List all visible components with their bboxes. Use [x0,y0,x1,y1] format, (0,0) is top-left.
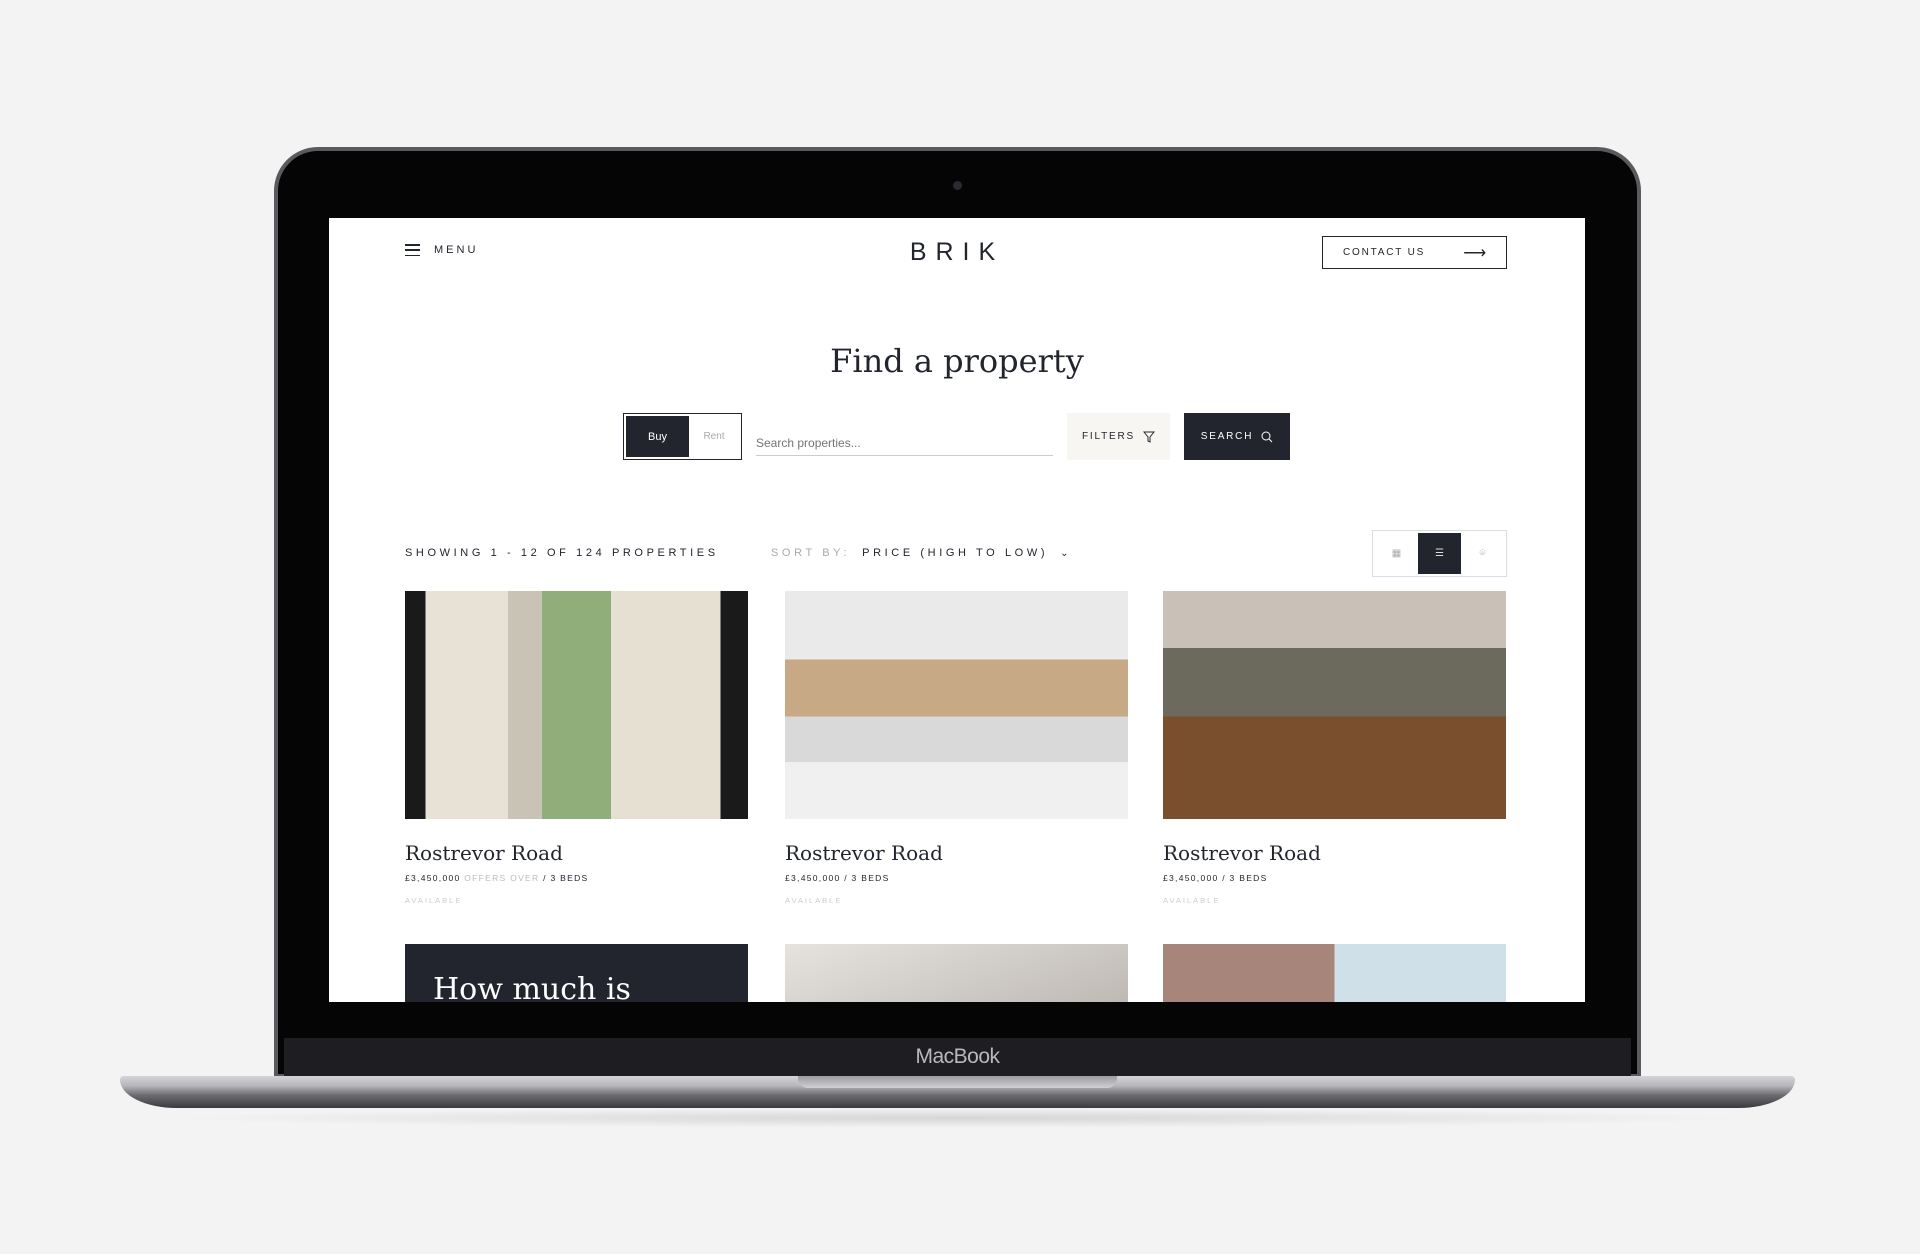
search-label: SEARCH [1200,431,1254,442]
rent-option[interactable]: Rent [689,416,739,457]
laptop-shadow [160,1108,1760,1128]
property-image[interactable] [785,591,1128,819]
property-image[interactable] [1163,591,1506,819]
search-icon [1261,431,1273,442]
filters-label: FILTERS [1082,431,1135,442]
property-status: AVAILABLE [405,896,463,905]
laptop-chin: MacBook [284,1038,1631,1076]
funnel-icon [1142,431,1155,443]
search-input[interactable] [756,423,1053,456]
contact-label: CONTACT US [1343,247,1426,258]
property-status: AVAILABLE [1163,896,1221,905]
camera [953,181,962,190]
laptop-notch [798,1076,1117,1088]
property-card[interactable]: Rostrevor Road £3,450,000 OFFERS OVER / … [405,591,748,905]
property-title: Rostrevor Road [1163,841,1321,865]
results-count: SHOWING 1 - 12 OF 124 PROPERTIES [405,547,719,559]
grid-view-icon[interactable]: ▦ [1375,533,1418,574]
chevron-down-icon: ⌄ [1060,547,1069,559]
property-card[interactable]: Rostrevor Road £3,450,000 / 3 BEDS AVAIL… [1163,591,1506,905]
search-button[interactable]: SEARCH [1184,413,1290,460]
screen: MENU BRIK CONTACT US ⟶ Find a property B… [329,218,1585,1002]
property-title: Rostrevor Road [785,841,943,865]
filters-button[interactable]: FILTERS [1067,413,1170,460]
property-price: £3,450,000 / 3 BEDS [1163,873,1268,883]
buy-rent-toggle: Buy Rent [623,413,742,460]
buy-option[interactable]: Buy [626,416,689,457]
contact-button[interactable]: CONTACT US ⟶ [1322,236,1507,269]
page-title: Find a property [830,342,1084,380]
property-image[interactable] [785,944,1128,1002]
sort-dropdown[interactable]: SORT BY: PRICE (HIGH TO LOW) ⌄ [771,547,1068,559]
property-status: AVAILABLE [785,896,843,905]
view-toggle: ▦ ☰ ⌾ [1372,530,1507,577]
property-price: £3,450,000 OFFERS OVER / 3 BEDS [405,873,589,883]
property-image[interactable] [405,591,748,819]
list-view-icon[interactable]: ☰ [1418,533,1461,574]
device-label: MacBook [915,1045,1000,1068]
sort-label: SORT BY: [771,547,851,559]
valuation-promo[interactable]: How much is [405,944,748,1002]
sort-value: PRICE (HIGH TO LOW) [862,547,1049,559]
property-image[interactable] [1163,944,1506,1002]
map-pin-icon[interactable]: ⌾ [1461,533,1504,574]
arrow-right-icon: ⟶ [1463,244,1488,262]
property-title: Rostrevor Road [405,841,563,865]
property-card[interactable]: Rostrevor Road £3,450,000 / 3 BEDS AVAIL… [785,591,1128,905]
property-price: £3,450,000 / 3 BEDS [785,873,890,883]
